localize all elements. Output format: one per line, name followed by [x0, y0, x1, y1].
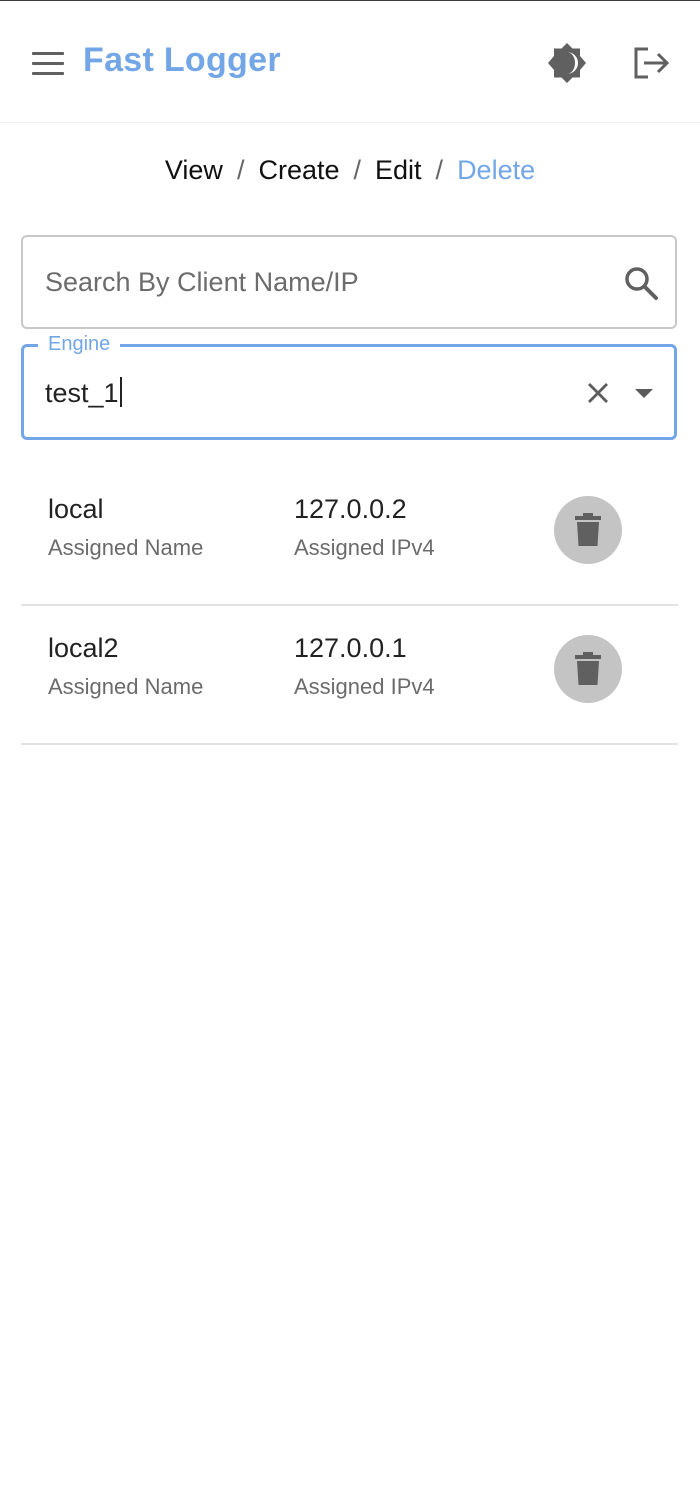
client-ip: 127.0.0.2 [294, 494, 407, 524]
breadcrumb-separator: / [236, 155, 245, 185]
app-bar: Fast Logger [0, 1, 700, 123]
client-row: local2 Assigned Name 127.0.0.1 Assigned … [21, 606, 678, 745]
menu-icon [32, 52, 64, 55]
client-name-label: Assigned Name [48, 674, 204, 699]
text-cursor [119, 377, 122, 407]
client-name: local [48, 494, 104, 524]
engine-label: Engine [38, 332, 121, 356]
client-name-label: Assigned Name [48, 535, 204, 560]
caret-down-icon[interactable] [628, 377, 660, 409]
search-input[interactable] [45, 237, 605, 327]
search-icon[interactable] [621, 263, 661, 303]
breadcrumb-edit[interactable]: Edit [375, 155, 422, 185]
breadcrumb-separator: / [353, 155, 362, 185]
trash-icon [575, 652, 601, 685]
logout-button[interactable] [626, 39, 674, 87]
breadcrumb: View / Create / Edit / Delete [0, 155, 700, 186]
menu-button[interactable] [28, 43, 68, 83]
breadcrumb-view[interactable]: View [165, 155, 223, 185]
breadcrumb-separator: / [435, 155, 444, 185]
trash-icon [575, 513, 601, 546]
menu-icon-bar [32, 72, 64, 75]
close-icon[interactable] [582, 377, 614, 409]
search-field [21, 235, 677, 329]
breadcrumb-create[interactable]: Create [258, 155, 339, 185]
client-ip: 127.0.0.1 [294, 633, 407, 663]
menu-icon-bar [32, 62, 64, 65]
engine-value[interactable]: test_1 [45, 377, 122, 409]
engine-select[interactable]: Engine test_1 [21, 332, 677, 440]
client-ip-label: Assigned IPv4 [294, 535, 435, 560]
client-name: local2 [48, 633, 119, 663]
client-row: local Assigned Name 127.0.0.2 Assigned I… [21, 467, 678, 606]
client-ip-label: Assigned IPv4 [294, 674, 435, 699]
engine-value-text: test_1 [45, 378, 119, 408]
delete-client-button[interactable] [554, 496, 622, 564]
delete-client-button[interactable] [554, 635, 622, 703]
theme-toggle-button[interactable] [543, 39, 591, 87]
app-title: Fast Logger [83, 41, 281, 79]
logout-icon [634, 47, 670, 79]
breadcrumb-delete[interactable]: Delete [457, 155, 535, 185]
brightness-icon [548, 43, 586, 83]
